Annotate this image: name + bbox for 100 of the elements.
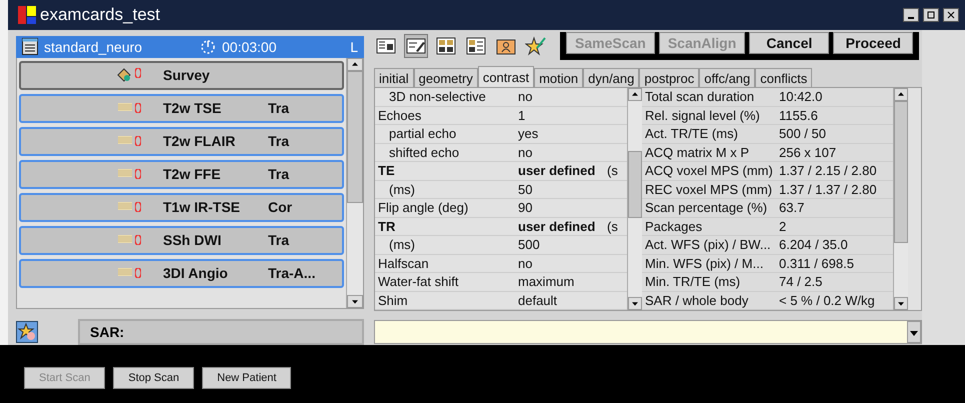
scan-name: T2w TSE: [163, 100, 222, 116]
info-value: 1.37 / 2.15 / 2.80: [778, 163, 878, 178]
close-icon: [947, 11, 955, 19]
window-title: examcards_test: [40, 5, 161, 25]
dropdown-button[interactable]: [907, 321, 921, 343]
coil-icon: [135, 268, 141, 278]
bottom-button[interactable]: Stop Scan: [113, 367, 194, 389]
bottom-button[interactable]: New Patient: [202, 367, 292, 389]
scroll-up-icon[interactable]: [628, 88, 642, 101]
parameter-name: Flip angle (deg): [377, 200, 470, 216]
parameter-unit: (s: [607, 163, 618, 178]
parameter-name: partial echo: [388, 126, 458, 142]
parameter-value[interactable]: maximum: [515, 274, 625, 290]
scrollbar-thumb[interactable]: [347, 70, 363, 203]
scrollbar-thumb[interactable]: [628, 151, 642, 218]
info-label: Rel. signal level (%): [644, 108, 761, 123]
coil-icon: [135, 235, 141, 246]
parameter-name: Echoes: [377, 108, 422, 123]
parameter-name: shifted echo: [388, 144, 460, 160]
info-value: 6.204 / 35.0: [778, 237, 849, 252]
parameter-name: TE: [377, 163, 396, 178]
info-label: Act. WFS (pix) / BW...: [644, 237, 772, 252]
tab[interactable]: postproc: [639, 68, 700, 87]
tab[interactable]: motion: [534, 68, 584, 87]
scan-item[interactable]: Survey: [19, 60, 344, 90]
maximize-icon: [927, 11, 935, 19]
parameter-value[interactable]: 90: [515, 200, 625, 216]
scan-icon: [118, 268, 132, 276]
info-value: 10:42.0: [778, 89, 824, 104]
info-value: 500 / 50: [778, 126, 827, 142]
scrollbar-thumb[interactable]: [894, 101, 908, 243]
info-value: 0.311 / 698.5: [778, 256, 855, 271]
info-label: REC voxel MPS (mm): [644, 182, 774, 197]
coil-icon: [135, 202, 141, 212]
scan-name: T1w IR-TSE: [163, 199, 242, 216]
scan-icon: [118, 235, 132, 244]
tab[interactable]: dyn/ang: [583, 68, 640, 87]
tab[interactable]: initial: [374, 68, 414, 87]
action-button[interactable]: Cancel: [749, 32, 830, 54]
parameter-name: (ms): [388, 182, 416, 197]
parameter-name: TR: [377, 218, 396, 234]
edit-icon: [406, 37, 426, 55]
grid-icon: [466, 37, 486, 55]
scan-item[interactable]: T1w IR-TSE Cor: [19, 192, 344, 222]
scroll-up-icon[interactable]: [894, 88, 908, 101]
parameter-name: (ms): [388, 237, 416, 252]
parameter-value[interactable]: no: [515, 256, 625, 271]
parameter-value[interactable]: user defined: [515, 163, 607, 178]
star-hand-icon[interactable]: [16, 321, 38, 343]
parameter-value[interactable]: yes: [515, 126, 625, 142]
parameter-name: Water-fat shift: [377, 274, 460, 290]
coil-icon: [135, 136, 141, 146]
scan-icon: [118, 202, 132, 210]
scan-name: T2w FFE: [163, 166, 222, 182]
toolbar-button[interactable]: [404, 34, 428, 58]
parameter-value[interactable]: 50: [515, 182, 625, 197]
info-value: 63.7: [778, 200, 806, 216]
scroll-down-icon[interactable]: [347, 295, 363, 308]
parameter-value[interactable]: no: [515, 144, 625, 160]
scroll-down-icon[interactable]: [628, 297, 642, 310]
parameter-name: 3D non-selective: [388, 89, 487, 104]
scan-icon: [118, 103, 132, 112]
star-icon: [525, 36, 547, 56]
tab[interactable]: geometry: [414, 68, 478, 87]
info-label: ACQ voxel MPS (mm): [644, 163, 774, 178]
tab[interactable]: offc/ang: [699, 68, 756, 87]
parameter-value[interactable]: 500: [515, 237, 625, 252]
tab[interactable]: contrast: [478, 66, 534, 87]
parameter-value[interactable]: no: [515, 89, 625, 104]
action-button[interactable]: Proceed: [833, 32, 914, 54]
minimize-button[interactable]: [903, 8, 919, 22]
scan-item[interactable]: T2w TSE Tra: [19, 94, 344, 123]
info-label: SAR / whole body: [644, 292, 750, 308]
examcard-name: standard_neuro: [44, 38, 144, 55]
parameter-unit: (s: [607, 218, 618, 234]
parameter-value[interactable]: user defined: [515, 218, 607, 234]
caret-icon: [910, 330, 918, 336]
scan-item[interactable]: T2w FFE Tra: [19, 160, 344, 189]
scan-item[interactable]: 3DI Angio Tra-A...: [19, 258, 344, 288]
coil-icon: [135, 103, 141, 114]
close-button[interactable]: [943, 8, 959, 22]
scroll-down-icon[interactable]: [894, 297, 908, 310]
scroll-up-icon[interactable]: [347, 58, 363, 71]
info-value: 1.37 / 1.37 / 2.80: [778, 182, 878, 197]
scan-orientation: Tra: [268, 166, 290, 182]
examcard-duration: 00:03:00: [222, 38, 278, 55]
tab[interactable]: conflicts: [755, 68, 812, 87]
info-label: Packages: [644, 218, 704, 234]
info-value: 2: [778, 218, 788, 234]
scan-item[interactable]: SSh DWI Tra: [19, 226, 344, 255]
parameter-value[interactable]: 1: [515, 108, 625, 123]
maximize-button[interactable]: [923, 8, 939, 22]
parameter-value[interactable]: default: [515, 292, 625, 308]
scan-icon: [118, 136, 132, 144]
survey-icon: [116, 68, 132, 82]
info-label: Min. WFS (pix) / M...: [644, 256, 764, 271]
info-label: ACQ matrix M x P: [644, 144, 750, 160]
scan-item[interactable]: T2w FLAIR Tra: [19, 126, 344, 156]
info-value: 1155.6: [778, 108, 819, 123]
laterality-label: L: [350, 38, 358, 55]
